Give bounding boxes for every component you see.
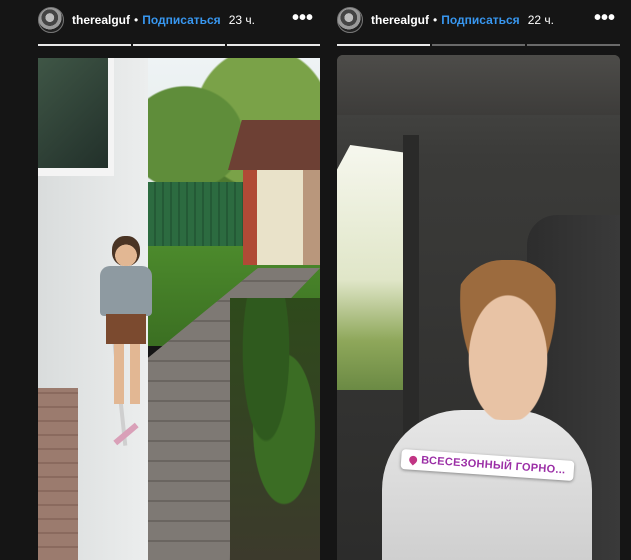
progress-segment [227,44,321,46]
car-roof [337,55,620,115]
progress-segment [527,44,620,46]
story-time: 22 ч. [527,13,554,27]
story-media-photo-car[interactable]: ВСЕСЕЗОННЫЙ ГОРНО... [337,55,620,560]
house-window [38,58,114,176]
story-left: therealguf • Подписаться 23 ч. ••• [0,0,331,560]
boy-shorts [106,314,146,344]
gazebo-roof [228,120,320,170]
progress-segment [337,44,430,46]
username[interactable]: therealguf [72,13,130,27]
separator-dot: • [433,13,438,27]
story-header: therealguf • Подписаться 23 ч. [0,0,331,40]
location-pin-icon [407,454,419,466]
progress-segment [38,44,131,46]
child-shirt [382,410,592,560]
car-window [337,145,403,390]
avatar[interactable] [38,7,64,33]
more-options-icon[interactable]: ••• [292,8,313,28]
story-progress [337,44,620,46]
boy-on-scooter [96,236,158,446]
story-time: 23 ч. [228,13,255,27]
brick-base [38,388,78,560]
child-face [447,260,569,420]
gazebo [243,170,320,265]
follow-button[interactable]: Подписаться [142,13,220,27]
follow-button[interactable]: Подписаться [441,13,519,27]
boy-shirt [100,266,152,316]
bushes [230,298,320,560]
fence [148,182,248,247]
car-pillar [403,135,419,435]
progress-segment [132,44,226,46]
progress-segment [432,44,525,46]
avatar[interactable] [337,7,363,33]
story-right: therealguf • Подписаться 22 ч. ••• ВСЕСЕ… [331,0,631,560]
story-header: therealguf • Подписаться 22 ч. [331,0,631,40]
boy-head [112,236,140,266]
story-progress [38,44,321,46]
username[interactable]: therealguf [371,13,429,27]
separator-dot: • [134,13,139,27]
boy-legs [114,344,140,404]
story-media-photo-yard[interactable] [38,58,320,560]
more-options-icon[interactable]: ••• [594,8,615,28]
